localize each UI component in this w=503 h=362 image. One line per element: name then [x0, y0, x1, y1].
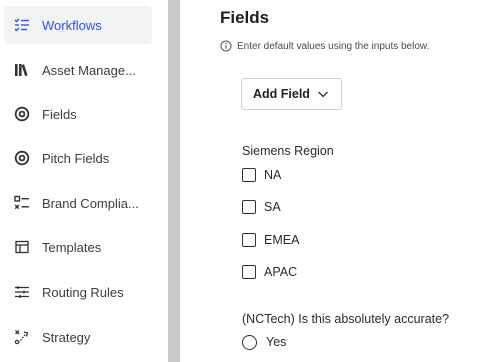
sidebar-item-routing-rules[interactable]: Routing Rules — [4, 273, 152, 311]
chevron-down-icon — [318, 91, 328, 98]
main-content: Fields Enter default values using the in… — [180, 0, 503, 362]
hint-text: Enter default values using the inputs be… — [220, 40, 429, 52]
checkbox[interactable] — [242, 168, 256, 182]
sidebar-item-asset-management[interactable]: Asset Manage... — [4, 51, 152, 89]
sidebar-item-label: Workflows — [42, 17, 102, 33]
sidebar-item-pitch-fields[interactable]: Pitch Fields — [4, 139, 152, 177]
info-icon — [220, 40, 232, 52]
checkbox[interactable] — [242, 233, 256, 247]
hint-label: Enter default values using the inputs be… — [237, 40, 430, 52]
region-option-emea[interactable]: EMEA — [242, 231, 299, 249]
checkbox-label: SA — [264, 200, 281, 214]
sidebar-item-label: Fields — [42, 106, 77, 122]
region-option-sa[interactable]: SA — [242, 198, 281, 216]
checkbox[interactable] — [242, 265, 256, 279]
sidebar-item-brand-compliance[interactable]: Brand Complia... — [4, 184, 152, 222]
add-field-button[interactable]: Add Field — [241, 78, 342, 110]
sidebar-item-workflows[interactable]: Workflows — [4, 6, 152, 44]
accuracy-option-yes[interactable]: Yes — [242, 333, 286, 351]
checklist-icon — [13, 194, 31, 212]
sidebar-item-label: Templates — [42, 239, 102, 255]
page-title: Fields — [220, 8, 270, 27]
add-field-label: Add Field — [253, 87, 310, 101]
sidebar-item-strategy[interactable]: Strategy — [4, 318, 152, 356]
region-option-na[interactable]: NA — [242, 166, 281, 184]
radio-label: Yes — [266, 335, 287, 349]
workflows-icon — [13, 16, 31, 34]
sidebar: Workflows Asset Manage... Fields Pitch F… — [0, 0, 168, 362]
sliders-icon — [13, 283, 31, 301]
target-icon — [13, 149, 31, 167]
library-icon — [13, 61, 31, 79]
sidebar-item-label: Pitch Fields — [42, 150, 110, 166]
panel-divider[interactable] — [168, 0, 180, 362]
target-icon — [13, 105, 31, 123]
checkbox-label: NA — [264, 168, 282, 182]
region-option-apac[interactable]: APAC — [242, 263, 297, 281]
sidebar-item-label: Brand Complia... — [42, 195, 139, 211]
checkbox-label: APAC — [264, 265, 298, 279]
sidebar-item-templates[interactable]: Templates — [4, 228, 152, 266]
checkbox[interactable] — [242, 200, 256, 214]
accuracy-question-label: (NCTech) Is this absolutely accurate? — [242, 312, 450, 326]
radio-button[interactable] — [242, 334, 257, 350]
strategy-icon — [13, 328, 31, 346]
siemens-region-label: Siemens Region — [242, 144, 334, 158]
checkbox-label: EMEA — [264, 233, 300, 247]
sidebar-item-label: Asset Manage... — [42, 62, 136, 78]
sidebar-item-label: Routing Rules — [42, 284, 124, 300]
template-icon — [13, 238, 31, 256]
sidebar-item-label: Strategy — [42, 329, 91, 345]
sidebar-item-fields[interactable]: Fields — [4, 95, 152, 133]
